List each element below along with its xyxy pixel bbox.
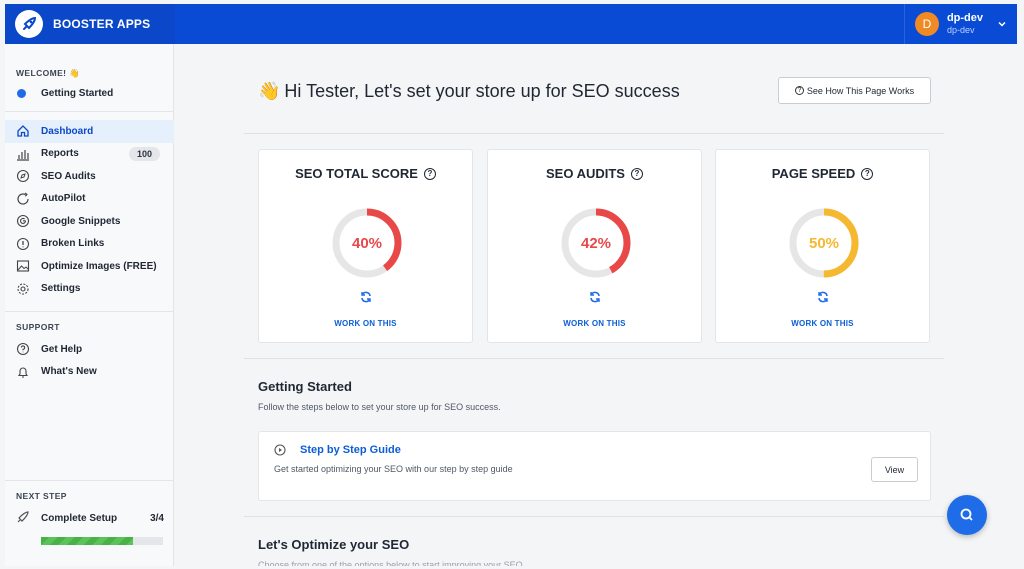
- help-icon[interactable]: ?: [861, 167, 874, 180]
- avatar: D: [914, 12, 939, 36]
- score-value: 50%: [808, 234, 840, 252]
- rocket-logo-icon: [15, 10, 43, 38]
- image-icon: [16, 259, 30, 273]
- setup-progress-fill: [41, 537, 133, 545]
- user-menu[interactable]: D dp-dev dp-dev: [903, 4, 1007, 44]
- welcome-title: WELCOME! 👋: [16, 68, 81, 78]
- sidebar-item-getting-started[interactable]: Getting Started: [17, 88, 113, 99]
- refresh-icon[interactable]: [588, 290, 602, 304]
- bell-icon: [16, 365, 30, 379]
- sidebar-item-autopilot[interactable]: AutoPilot: [5, 188, 174, 211]
- top-bar: BOOSTER APPS D dp-dev dp-dev: [5, 4, 1017, 44]
- home-icon: [16, 124, 30, 138]
- support-title: SUPPORT: [16, 322, 60, 332]
- sidebar-item-google-snippets[interactable]: Google Snippets: [5, 210, 174, 233]
- see-how-button[interactable]: ? See How This Page Works: [778, 77, 931, 104]
- view-button[interactable]: View: [871, 457, 918, 482]
- optimize-subtitle: Choose from one of the options below to …: [258, 560, 523, 566]
- sidebar-item-whats-new[interactable]: What's New: [5, 361, 174, 384]
- play-circle-icon: [274, 444, 286, 456]
- user-name: dp-dev: [946, 12, 983, 24]
- sidebar-item-get-help[interactable]: Get Help: [5, 338, 174, 361]
- sidebar-item-reports[interactable]: Reports 100: [5, 143, 174, 166]
- complete-setup-item[interactable]: Complete Setup 3/4: [16, 510, 164, 527]
- refresh-icon[interactable]: [359, 290, 373, 304]
- google-icon: [16, 214, 30, 228]
- brand[interactable]: BOOSTER APPS: [5, 4, 175, 44]
- search-icon: [960, 508, 973, 521]
- score-value: 42%: [580, 234, 612, 252]
- main-nav: Dashboard Reports 100 SEO Audits AutoPil…: [5, 120, 174, 300]
- search-help-button[interactable]: [947, 495, 987, 535]
- score-card-seo-audits: SEO AUDITS? 42% WORK ON THIS: [487, 149, 702, 343]
- rocket-icon: [16, 510, 30, 527]
- next-step-title: NEXT STEP: [16, 491, 67, 501]
- user-store: dp-dev: [946, 25, 975, 35]
- work-on-this-link[interactable]: WORK ON THIS: [488, 319, 701, 328]
- sidebar-item-settings[interactable]: Settings: [5, 278, 174, 301]
- sidebar: WELCOME! 👋 Getting Started Dashboard Rep…: [5, 44, 174, 566]
- setup-count: 3/4: [150, 513, 164, 524]
- setup-progress-bar: [41, 537, 163, 545]
- compass-icon: [16, 169, 30, 183]
- status-dot-icon: [17, 89, 26, 98]
- alert-icon: [16, 237, 30, 251]
- page-title: 👋 Hi Tester, Let's set your store up for…: [258, 81, 680, 101]
- optimize-title: Let's Optimize your SEO: [258, 537, 410, 552]
- step-guide-link[interactable]: Step by Step Guide: [300, 444, 401, 456]
- reports-count-badge: 100: [128, 146, 160, 161]
- step-guide-card: Step by Step Guide Get started optimizin…: [258, 431, 931, 501]
- help-icon: ?: [794, 86, 804, 95]
- work-on-this-link[interactable]: WORK ON THIS: [259, 319, 472, 328]
- help-icon: [16, 342, 30, 356]
- sidebar-item-seo-audits[interactable]: SEO Audits: [5, 165, 174, 188]
- refresh-icon[interactable]: [816, 290, 830, 304]
- work-on-this-link[interactable]: WORK ON THIS: [716, 319, 929, 328]
- support-nav: Get Help What's New: [5, 338, 174, 383]
- getting-started-subtitle: Follow the steps below to set your store…: [258, 402, 501, 412]
- refresh-icon: [16, 192, 30, 206]
- score-value: 40%: [351, 234, 383, 252]
- score-card-page-speed: PAGE SPEED? 50% WORK ON THIS: [715, 149, 930, 343]
- wave-emoji: 👋: [258, 81, 281, 101]
- brand-name: BOOSTER APPS: [53, 17, 151, 31]
- sidebar-item-broken-links[interactable]: Broken Links: [5, 233, 174, 256]
- sidebar-item-optimize-images[interactable]: Optimize Images (FREE): [5, 255, 174, 278]
- help-icon[interactable]: ?: [423, 167, 436, 180]
- gear-icon: [16, 282, 30, 296]
- getting-started-title: Getting Started: [258, 379, 352, 394]
- sidebar-item-dashboard[interactable]: Dashboard: [5, 120, 174, 143]
- chart-icon: [16, 147, 30, 161]
- chevron-down-icon[interactable]: [997, 19, 1007, 29]
- step-guide-subtitle: Get started optimizing your SEO with our…: [274, 464, 513, 474]
- help-icon[interactable]: ?: [630, 167, 643, 180]
- main-content: 👋 Hi Tester, Let's set your store up for…: [174, 44, 1017, 566]
- score-card-seo-total: SEO TOTAL SCORE? 40% WORK ON THIS: [258, 149, 473, 343]
